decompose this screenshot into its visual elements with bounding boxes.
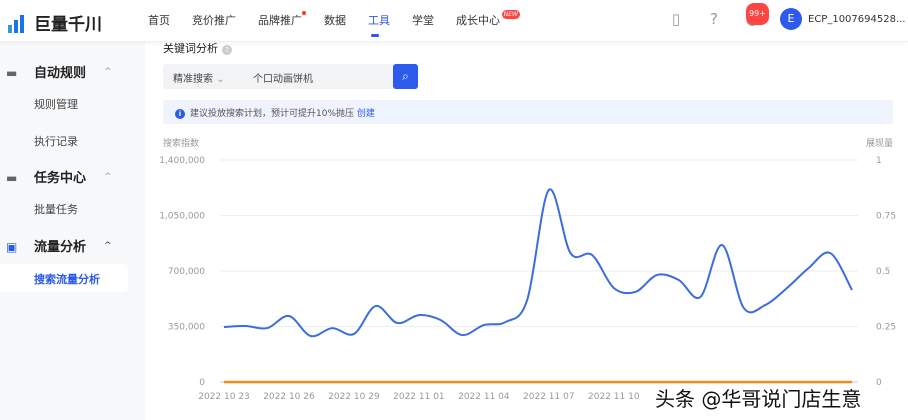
sidebar-group-task-center[interactable]: ▬ 任务中心 ^ <box>6 167 112 187</box>
sidebar-group-traffic-analysis[interactable]: ▣ 流量分析 ^ <box>6 236 112 256</box>
chevron-down-icon: ⌄ <box>216 74 225 85</box>
help-icon[interactable]: ? <box>704 9 724 29</box>
group-label: 流量分析 <box>34 240 87 255</box>
sidebar-item-execution-log[interactable]: 执行记录 <box>34 133 78 149</box>
logo[interactable]: 巨量千川 <box>8 10 102 35</box>
sidebar-group-auto-rules[interactable]: ▬ 自动规则 ^ <box>6 62 112 82</box>
rules-icon: ▬ <box>6 65 18 80</box>
title-text: 关键词分析 <box>163 42 218 55</box>
match-type-select[interactable]: 精准搜索 ⌄ <box>173 70 225 85</box>
new-badge: NEW <box>501 10 520 19</box>
main-content: 关键词分析? 精准搜索 ⌄ 个口动画饼机 ⌕ i 建议投放搜索计划，预计可提升10… <box>145 42 908 420</box>
message-icon[interactable]: ●99+ <box>742 3 769 29</box>
page-title: 关键词分析? <box>163 40 232 56</box>
keyword-search: 精准搜索 ⌄ 个口动画饼机 <box>163 64 418 89</box>
chevron-up-icon: ^ <box>104 171 112 182</box>
nav-tools[interactable]: 工具 <box>368 12 390 37</box>
header-actions: ▯ ? ●99+ E ECP_1007694528... <box>666 3 908 30</box>
item-label: 搜索流量分析 <box>34 273 100 286</box>
chart-icon: ▣ <box>6 239 18 254</box>
sidebar-item-search-traffic-analysis[interactable]: 搜索流量分析 <box>0 264 128 292</box>
nav-brand-label: 品牌推广 <box>258 14 302 27</box>
search-button[interactable]: ⌕ <box>393 64 418 89</box>
nav-brand[interactable]: 品牌推广 <box>258 11 306 28</box>
red-dot <box>302 11 306 15</box>
nav-home[interactable]: 首页 <box>148 12 170 28</box>
group-label: 任务中心 <box>34 171 87 186</box>
nav-academy[interactable]: 学堂 <box>412 12 434 28</box>
nav-growth[interactable]: 成长中心 NEW <box>456 10 520 28</box>
logo-icon <box>8 13 30 33</box>
keyword-input[interactable]: 个口动画饼机 <box>253 70 313 85</box>
top-nav: 首页 竞价推广 品牌推广 数据 工具 学堂 成长中心 NEW <box>148 10 522 37</box>
tip-text: 建议投放搜索计划，预计可提升10%抛压 <box>190 109 355 119</box>
match-type-value: 精准搜索 <box>173 74 213 85</box>
task-icon: ▬ <box>6 170 18 185</box>
sidebar-item-batch-tasks[interactable]: 批量任务 <box>34 201 78 217</box>
group-label: 自动规则 <box>34 66 87 81</box>
watermark: 头条 @华哥说门店生意 <box>655 387 862 411</box>
logo-text: 巨量千川 <box>34 15 102 35</box>
account-name[interactable]: ECP_1007694528... <box>808 14 908 25</box>
nav-growth-label: 成长中心 <box>456 14 500 27</box>
search-icon: ⌕ <box>402 69 409 83</box>
create-link[interactable]: 创建 <box>357 109 375 119</box>
phone-icon[interactable]: ▯ <box>666 9 686 29</box>
nav-data[interactable]: 数据 <box>324 12 346 28</box>
chevron-up-icon: ^ <box>104 66 112 77</box>
top-header: 巨量千川 首页 竞价推广 品牌推广 数据 工具 学堂 成长中心NEW ▯ ? ●… <box>0 0 908 42</box>
info-banner: i 建议投放搜索计划，预计可提升10%抛压 创建 <box>163 100 893 124</box>
avatar[interactable]: E <box>780 8 802 30</box>
nav-bidding[interactable]: 竞价推广 <box>192 12 236 28</box>
info-icon: i <box>175 109 185 119</box>
help-icon[interactable]: ? <box>222 45 232 55</box>
notification-badge: 99+ <box>746 3 769 25</box>
chevron-up-icon: ^ <box>104 240 112 251</box>
sidebar-item-rule-management[interactable]: 规则管理 <box>34 96 78 112</box>
sidebar: ▬ 自动规则 ^ 规则管理 执行记录 ▬ 任务中心 ^ 批量任务 ▣ 流量分析 ^ 搜索流量… <box>0 42 145 420</box>
